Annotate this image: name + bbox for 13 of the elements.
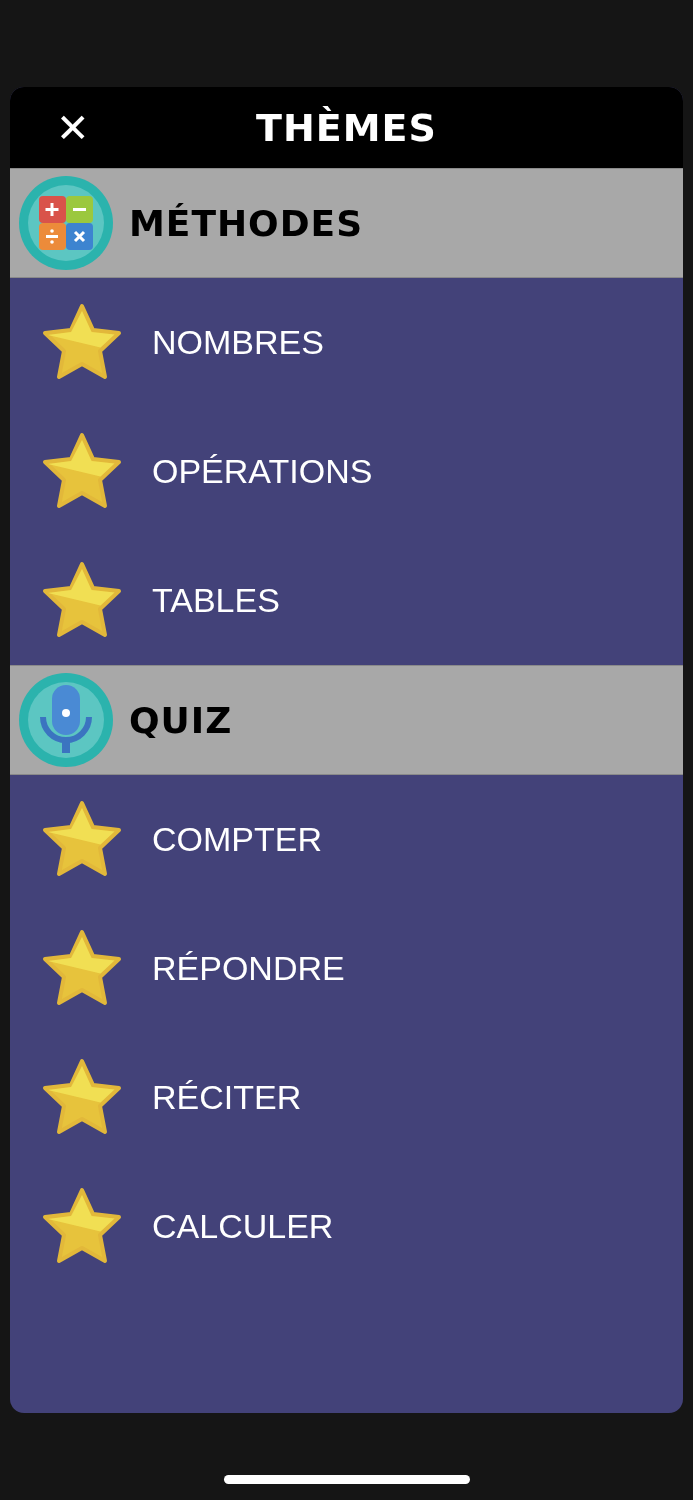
theme-item[interactable]: RÉPONDRE [152,949,345,988]
theme-item[interactable]: OPÉRATIONS [152,452,373,491]
theme-item[interactable]: RÉCITER [152,1078,302,1117]
close-button[interactable]: ✕ [56,107,90,148]
theme-item[interactable]: NOMBRES [152,323,324,362]
theme-item[interactable]: CALCULER [152,1207,334,1246]
section-title: MÉTHODES [129,202,364,244]
theme-item[interactable]: TABLES [152,581,280,620]
section-title: QUIZ [129,699,233,741]
microphone-icon [19,673,113,767]
screen-title: THÈMES [256,105,437,150]
calculator-icon [19,176,113,270]
theme-item[interactable]: COMPTER [152,820,322,859]
